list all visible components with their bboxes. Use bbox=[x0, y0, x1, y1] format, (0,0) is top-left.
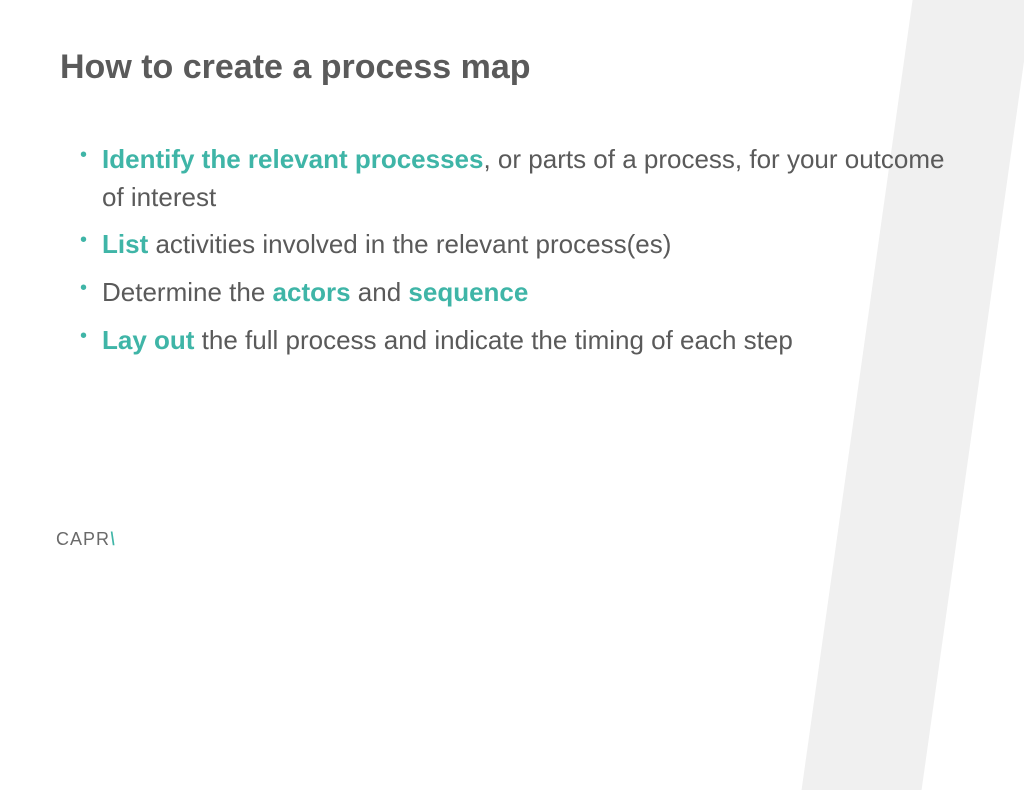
highlight-text: actors bbox=[273, 277, 351, 307]
body-text: and bbox=[351, 277, 409, 307]
body-text: Determine the bbox=[102, 277, 273, 307]
bullet-list: Identify the relevant processes, or part… bbox=[60, 141, 964, 359]
bullet-item: Identify the relevant processes, or part… bbox=[80, 141, 964, 216]
bullet-item: Determine the actors and sequence bbox=[80, 274, 964, 312]
logo-text: CAPR bbox=[56, 529, 110, 549]
bullet-item: Lay out the full process and indicate th… bbox=[80, 322, 964, 360]
highlight-text: Identify the relevant processes bbox=[102, 144, 483, 174]
logo: CAPR\ bbox=[56, 529, 116, 550]
slide-content: How to create a process map Identify the… bbox=[0, 0, 1024, 576]
highlight-text: sequence bbox=[408, 277, 528, 307]
body-text: activities involved in the relevant proc… bbox=[148, 229, 671, 259]
slide-title: How to create a process map bbox=[60, 48, 964, 87]
highlight-text: List bbox=[102, 229, 148, 259]
bullet-item: List activities involved in the relevant… bbox=[80, 226, 964, 264]
body-text: the full process and indicate the timing… bbox=[194, 325, 792, 355]
highlight-text: Lay out bbox=[102, 325, 194, 355]
logo-slash: \ bbox=[111, 529, 116, 550]
